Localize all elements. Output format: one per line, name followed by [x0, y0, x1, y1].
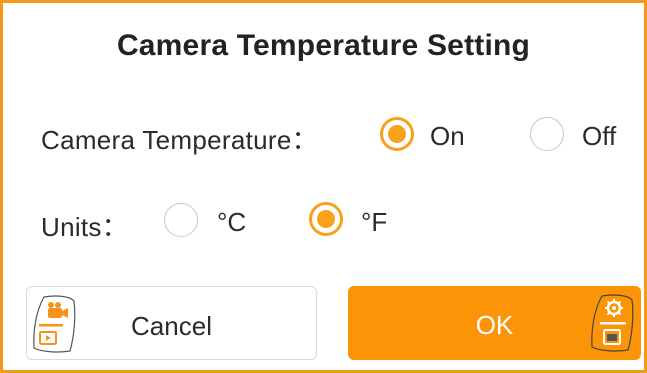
camera-temperature-off-radio[interactable] [530, 117, 564, 151]
camera-temperature-label: Camera Temperature： [41, 125, 318, 155]
camera-temperature-on-radio[interactable] [380, 117, 414, 151]
camera-temperature-on-label[interactable]: On [430, 121, 465, 152]
dialog-title: Camera Temperature Setting [116, 29, 531, 62]
camera-temperature-dialog: Camera Temperature Setting Camera Temper… [0, 0, 647, 373]
units-fahrenheit-label[interactable]: °F [361, 207, 387, 238]
units-celsius-label[interactable]: °C [217, 207, 246, 238]
units-celsius-radio[interactable] [164, 203, 198, 237]
cancel-button-label: Cancel [131, 311, 212, 341]
gear-settings-icon [591, 294, 634, 352]
ok-button[interactable]: OK [348, 286, 641, 360]
units-fahrenheit-radio[interactable] [309, 202, 343, 236]
camera-temperature-off-label[interactable]: Off [582, 121, 616, 152]
cancel-button[interactable]: Cancel [26, 286, 317, 360]
units-label: Units： [41, 212, 129, 242]
